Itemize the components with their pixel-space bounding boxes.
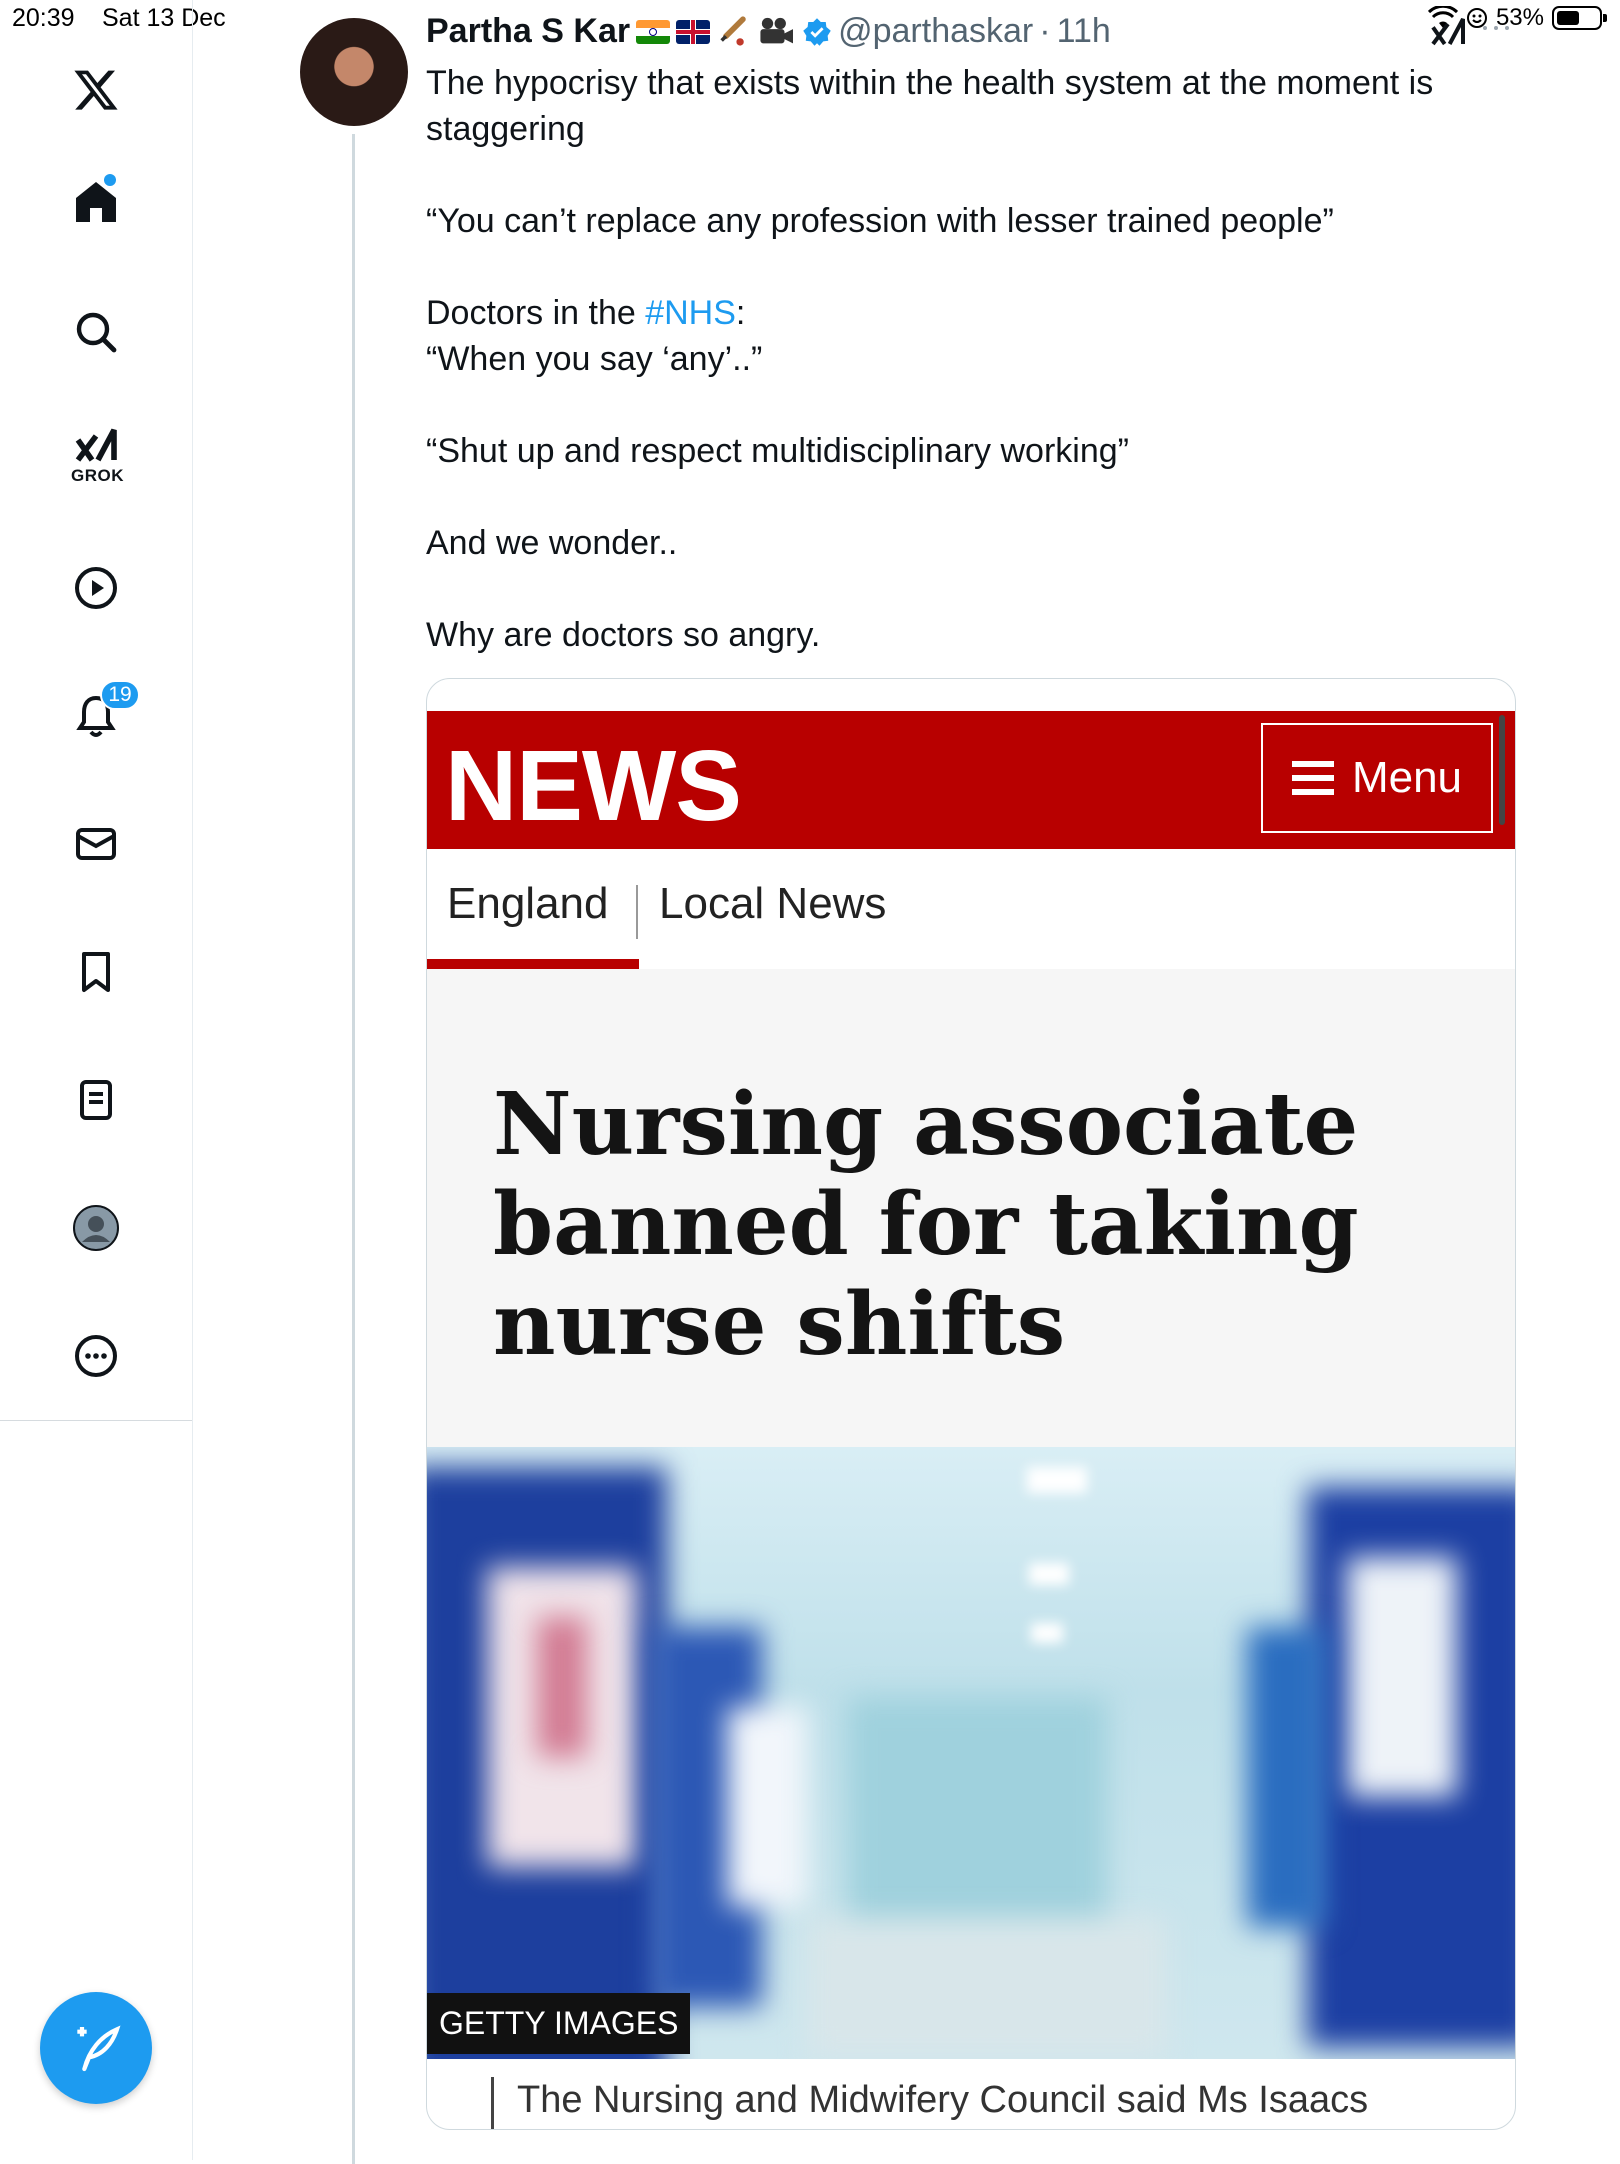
grok-icon[interactable] <box>1428 14 1468 54</box>
sidebar-item-videos[interactable] <box>56 548 136 628</box>
bookmark-icon <box>82 952 110 992</box>
more-icon <box>75 1335 117 1377</box>
compose-button[interactable] <box>40 1992 152 2104</box>
notification-badge: 19 <box>100 680 140 710</box>
menu-label: Menu <box>1351 753 1463 802</box>
uk-flag-icon <box>676 19 711 44</box>
compose-icon <box>77 2025 121 2072</box>
sidebar-item-lists[interactable] <box>56 1060 136 1140</box>
nav-divider <box>636 885 638 939</box>
author-name[interactable]: Partha S Kar <box>426 12 630 51</box>
image-caption: The Nursing and Midwifery Council said M… <box>517 2079 1369 2121</box>
thread-line <box>352 134 355 2164</box>
x-logo-icon[interactable] <box>56 50 136 130</box>
bbc-breadcrumb: England Local News <box>427 849 1515 969</box>
sidebar-item-more[interactable] <box>56 1316 136 1396</box>
tweet-paragraph: Doctors in the #NHS: <box>426 290 1506 336</box>
separator: · <box>1039 12 1051 50</box>
sidebar-item-notifications[interactable]: 19 <box>56 676 140 756</box>
sidebar-item-profile[interactable] <box>56 1188 136 1268</box>
tweet-paragraph: And we wonder.. <box>426 524 678 562</box>
image-credit: GETTY IMAGES <box>427 1993 691 2054</box>
sidebar-item-explore[interactable] <box>56 292 136 372</box>
tweet-paragraph: “Shut up and respect multidisciplinary w… <box>426 432 1129 470</box>
play-icon <box>75 567 117 609</box>
tweet-time[interactable]: 11h <box>1057 12 1111 51</box>
article-headline: Nursing associate banned for taking nurs… <box>493 1074 1359 1375</box>
headline-area: Nursing associate banned for taking nurs… <box>427 969 1515 1447</box>
author-avatar[interactable] <box>300 18 408 126</box>
tweet-media-card[interactable]: NEWS Menu England Local News Nursing ass… <box>426 678 1516 2130</box>
verified-icon <box>803 17 831 46</box>
battery-icon <box>1552 6 1607 30</box>
sidebar-item-grok[interactable]: GROK <box>56 416 136 496</box>
bbc-news-logo: NEWS <box>445 730 742 842</box>
sidebar-item-messages[interactable] <box>56 804 136 884</box>
caption-bar <box>491 2077 494 2129</box>
hospital-corridor-photo <box>427 1447 1515 2059</box>
nhs-hashtag-link[interactable]: #NHS <box>645 294 736 332</box>
grok-icon <box>75 428 117 462</box>
unread-dot <box>104 174 116 186</box>
bbc-header: NEWS Menu <box>427 711 1515 849</box>
bbc-menu-button: Menu <box>1261 723 1493 833</box>
cricket-icon <box>720 15 746 46</box>
tweet-text-span: Doctors in the <box>426 294 646 332</box>
tweet-paragraph: “You can’t replace any profession with l… <box>426 202 1334 240</box>
list-icon <box>80 1080 112 1120</box>
movie-camera-icon <box>760 17 794 43</box>
tweet-text-span: : <box>735 294 746 332</box>
nav-active-underline <box>427 959 639 969</box>
nav-local-news: Local News <box>659 879 887 928</box>
tweet-paragraph: “When you say ‘any’..” <box>426 340 763 378</box>
scroll-thumb <box>1499 715 1505 825</box>
hamburger-icon <box>1291 761 1334 795</box>
sidebar-item-home[interactable] <box>56 162 136 242</box>
tweet-paragraph: The hypocrisy that exists within the hea… <box>426 64 1434 148</box>
tweet-text: The hypocrisy that exists within the hea… <box>426 60 1506 704</box>
author-handle[interactable]: @parthaskar <box>838 12 1033 51</box>
tweet-header: Partha S Kar @parthaskar · 11h <box>426 12 1111 51</box>
more-options-icon[interactable] <box>1480 22 1512 34</box>
sidebar: GROK 19 <box>0 0 193 1421</box>
grok-label: GROK <box>71 466 124 485</box>
search-icon <box>76 312 117 353</box>
tweet-paragraph: Why are doctors so angry. <box>426 616 821 654</box>
mail-icon <box>76 828 116 860</box>
profile-icon <box>73 1205 119 1251</box>
india-flag-icon <box>636 19 671 44</box>
nav-england: England <box>447 879 609 928</box>
sidebar-item-bookmarks[interactable] <box>56 932 136 1012</box>
